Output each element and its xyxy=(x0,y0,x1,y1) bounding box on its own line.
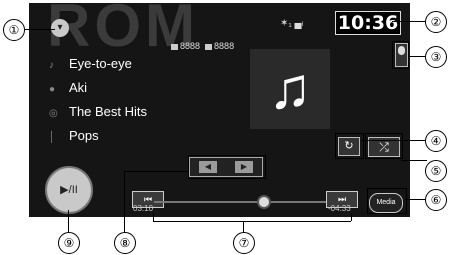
callout-line-8-v xyxy=(124,171,125,233)
album-artwork: ♫ xyxy=(250,49,330,129)
remaining-time: -04:33 xyxy=(328,204,351,213)
callout-2: ② xyxy=(425,11,447,33)
callout-9: ⑨ xyxy=(58,232,80,254)
callout-6: ⑥ xyxy=(425,189,447,211)
elapsed-time: 03:10 xyxy=(133,204,154,213)
song-icon: ♪ xyxy=(49,60,54,71)
callout-1: ① xyxy=(3,19,25,41)
album-row: ◎ The Best Hits xyxy=(49,104,147,119)
genre-row: │ Pops xyxy=(49,128,99,143)
callout-line-8-h xyxy=(124,171,188,172)
status-icons: ✶₁ ▄ₗ xyxy=(280,18,304,29)
genre-name: Pops xyxy=(69,128,99,143)
callout-7: ⑦ xyxy=(233,232,255,254)
file-count-icon xyxy=(205,43,213,50)
source-watermark: ROM xyxy=(47,3,199,59)
callout-box-6 xyxy=(367,188,407,214)
progress-bar[interactable] xyxy=(154,201,354,203)
artist-icon: ● xyxy=(49,84,56,95)
callout-box-8 xyxy=(188,155,266,179)
callout-line-5 xyxy=(401,160,427,161)
track-counters: 8888 8888 xyxy=(171,41,234,51)
callout-line-6 xyxy=(405,199,427,200)
callout-3: ③ xyxy=(425,46,447,68)
clock-display: 10:36 xyxy=(335,11,401,35)
callout-bracket-7-right xyxy=(351,213,352,221)
file-count: 8888 xyxy=(214,41,235,51)
album-icon: ◎ xyxy=(49,108,58,119)
callout-box-4 xyxy=(335,133,364,159)
callout-box-3 xyxy=(392,41,409,69)
song-title: Eye-to-eye xyxy=(69,56,132,71)
genre-icon: │ xyxy=(49,132,56,143)
progress-knob[interactable] xyxy=(257,195,271,209)
folder-count-icon xyxy=(171,43,178,50)
artist-name: Aki xyxy=(69,80,88,95)
callout-line-9 xyxy=(68,210,69,233)
callout-line-2 xyxy=(392,21,428,22)
folder-count: 8888 xyxy=(180,41,201,51)
callout-5: ⑤ xyxy=(425,160,447,182)
song-title-row: ♪ Eye-to-eye xyxy=(49,56,132,71)
callout-bracket-7-left xyxy=(153,213,154,221)
play-pause-button[interactable]: ▶/II xyxy=(45,166,93,214)
callout-4: ④ xyxy=(425,130,447,152)
album-name: The Best Hits xyxy=(69,104,148,119)
callout-box-5 xyxy=(365,133,403,159)
media-player-screen: ROM ▾ ✶₁ ▄ₗ 10:36 8888 8888 ♪ Eye-to-eye … xyxy=(29,3,410,217)
source-menu-icon[interactable]: ▾ xyxy=(51,19,69,37)
callout-bracket-7 xyxy=(153,221,351,222)
callout-8: ⑧ xyxy=(114,232,136,254)
artist-row: ● Aki xyxy=(49,80,87,95)
